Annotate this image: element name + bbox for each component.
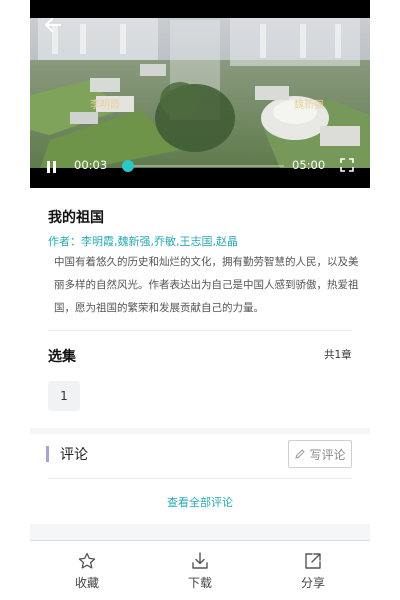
- episodes-count: 共1章: [324, 349, 352, 361]
- star-icon: [78, 552, 96, 569]
- duration-time: 05:00: [292, 158, 326, 172]
- favorite-button[interactable]: 收藏: [57, 551, 117, 591]
- share-button[interactable]: 分享: [283, 551, 343, 591]
- share-label: 分享: [300, 576, 325, 590]
- author-label: 作者：: [48, 235, 81, 248]
- download-button[interactable]: 下载: [170, 551, 230, 591]
- video-overlay-caption-right: 魏新强: [294, 98, 324, 111]
- pause-icon[interactable]: [45, 160, 59, 174]
- divider: [48, 478, 352, 479]
- author-line: 作者：李明霞,魏新强,乔敏,王志国,赵晶: [48, 233, 238, 249]
- section-separator: [30, 428, 370, 434]
- episode-button[interactable]: 1: [48, 381, 80, 411]
- episodes-title: 选集: [48, 349, 76, 365]
- download-icon: [192, 552, 208, 569]
- content-title: 我的祖国: [48, 210, 104, 226]
- favorite-label: 收藏: [74, 576, 99, 590]
- video-overlay-caption-left: 李明霞: [90, 98, 120, 111]
- section-separator: [30, 524, 370, 540]
- content-description: 中国有着悠久的历史和灿烂的文化，拥有勤劳智慧的人民，以及美丽多样的自然风光。作者…: [54, 256, 359, 314]
- video-player[interactable]: 李明霞 魏新强 00:03 05:00: [30, 0, 370, 188]
- back-arrow-icon[interactable]: [42, 14, 64, 36]
- progress-knob[interactable]: [122, 160, 134, 172]
- divider: [48, 330, 352, 331]
- download-label: 下载: [187, 576, 212, 590]
- author-names[interactable]: 李明霞,魏新强,乔敏,王志国,赵晶: [81, 235, 238, 248]
- video-controls: 00:03 05:00: [30, 144, 370, 188]
- bottom-action-bar: 收藏 下载 分享: [30, 540, 370, 600]
- progress-track[interactable]: [122, 160, 284, 172]
- write-comment-button[interactable]: 写评论: [288, 440, 352, 468]
- course-detail-page: 李明霞 魏新强 00:03 05:00 我的祖国 作者：李明霞,魏新强,乔敏,王…: [30, 0, 370, 600]
- comments-title: 评论: [60, 447, 88, 463]
- pencil-icon: [295, 449, 306, 459]
- section-accent-bar: [46, 446, 49, 462]
- write-comment-label: 写评论: [309, 447, 346, 462]
- current-time: 00:03: [74, 158, 108, 172]
- view-all-comments-link[interactable]: 查看全部评论: [30, 494, 370, 510]
- fullscreen-icon[interactable]: [340, 158, 354, 172]
- share-icon: [305, 553, 321, 569]
